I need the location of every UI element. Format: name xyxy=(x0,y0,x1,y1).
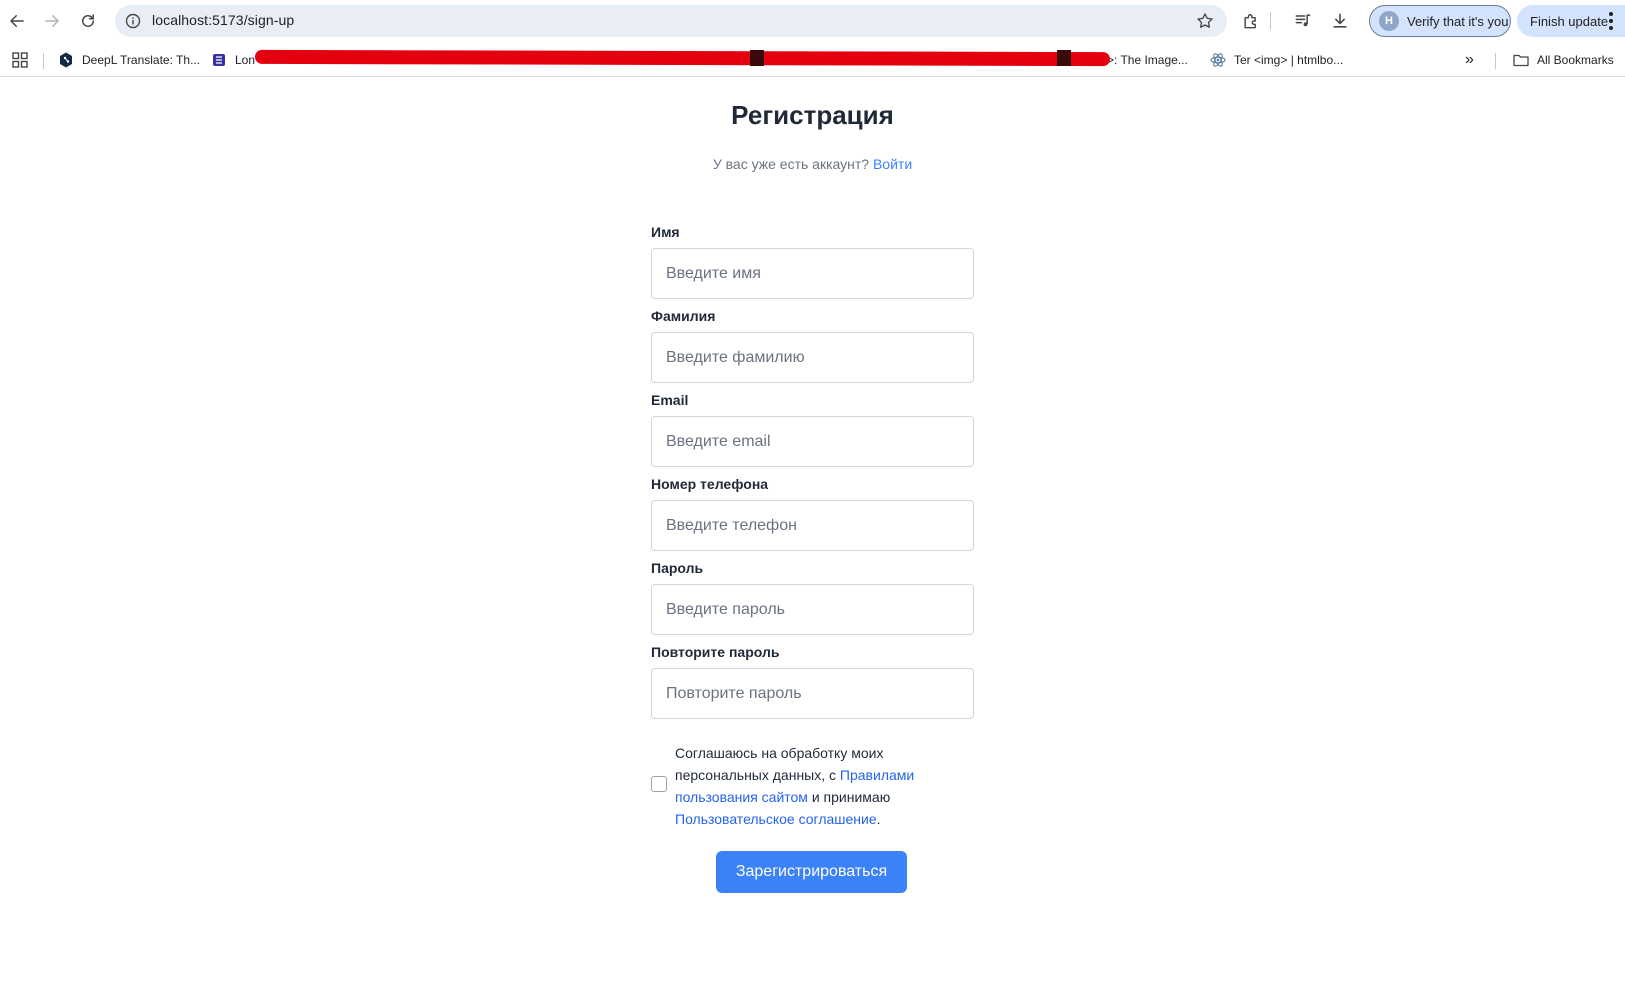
all-bookmarks-label: All Bookmarks xyxy=(1537,53,1614,67)
page-title: Регистрация xyxy=(731,100,894,130)
reload-button[interactable] xyxy=(76,9,100,33)
update-label: Finish update xyxy=(1530,13,1609,29)
apps-button[interactable] xyxy=(12,51,28,69)
register-button[interactable]: Зарегистрироваться xyxy=(716,851,907,893)
phone-input[interactable] xyxy=(651,500,974,551)
browser-toolbar: localhost:5173/sign-up H Verify that it'… xyxy=(0,0,1625,42)
consent-checkbox[interactable] xyxy=(651,776,667,792)
password-label: Пароль xyxy=(651,560,704,576)
phone-label: Номер телефона xyxy=(651,476,769,492)
toolbar-divider xyxy=(1270,12,1271,30)
consent-text-part: . xyxy=(876,811,881,827)
site-info-icon[interactable] xyxy=(125,13,141,29)
bookmark-site[interactable]: Lon xyxy=(211,51,255,69)
login-link[interactable]: Войти xyxy=(873,156,912,172)
repeat-password-label: Повторите пароль xyxy=(651,644,780,660)
login-prompt-text: У вас уже есть аккаунт? xyxy=(712,156,870,172)
first-name-label: Имя xyxy=(651,224,680,240)
repeat-password-input[interactable] xyxy=(651,668,974,719)
download-icon xyxy=(1333,13,1347,28)
redaction-mark xyxy=(1057,50,1071,66)
arrow-right-icon xyxy=(45,15,59,27)
email-input[interactable] xyxy=(651,416,974,467)
forward-button[interactable] xyxy=(40,9,64,33)
redaction-mark xyxy=(254,49,1111,67)
bookmarks-divider xyxy=(1495,53,1496,69)
downloads-button[interactable] xyxy=(1329,10,1351,32)
finish-update-button[interactable]: Finish update xyxy=(1517,5,1625,37)
last-name-label: Фамилия xyxy=(651,308,716,324)
kebab-menu-icon[interactable] xyxy=(1609,12,1613,30)
first-name-input[interactable] xyxy=(651,248,974,299)
bookmarks-divider xyxy=(43,53,44,69)
user-agreement-link[interactable]: Пользовательское соглашение xyxy=(675,811,877,827)
media-controls-button[interactable] xyxy=(1292,10,1314,32)
chevron-double-right-icon: » xyxy=(1465,51,1474,68)
back-button[interactable] xyxy=(5,9,29,33)
consent-text: Соглашаюсь на обработку моих персональны… xyxy=(675,742,925,830)
redaction-mark xyxy=(750,50,764,66)
bookmark-site-icon xyxy=(211,52,227,68)
reload-icon xyxy=(82,14,94,27)
bookmark-label: Ter <img> | htmlbo... xyxy=(1234,53,1344,67)
bookmark-label: Lon xyxy=(235,53,256,67)
login-prompt: У вас уже есть аккаунт? Войти xyxy=(0,156,1625,172)
bookmark-star-icon[interactable] xyxy=(1195,11,1215,31)
profile-avatar: H xyxy=(1379,11,1399,31)
bookmark-label: DeepL Translate: Th... xyxy=(82,53,201,67)
queue-music-icon xyxy=(1295,14,1311,27)
all-bookmarks-button[interactable]: All Bookmarks xyxy=(1513,51,1614,69)
email-label: Email xyxy=(651,392,689,408)
react-icon xyxy=(1210,52,1226,68)
bookmark-deepl[interactable]: DeepL Translate: Th... xyxy=(58,51,200,69)
more-bookmarks-button[interactable]: » xyxy=(1465,51,1474,69)
verify-identity-button[interactable]: H Verify that it's you xyxy=(1369,5,1511,37)
arrow-left-icon xyxy=(10,15,24,27)
bookmark-htmlbook[interactable]: Ter <img> | htmlbo... xyxy=(1210,51,1343,69)
url-text[interactable]: localhost:5173/sign-up xyxy=(152,12,294,28)
address-bar[interactable]: localhost:5173/sign-up xyxy=(115,5,1227,37)
verify-label: Verify that it's you xyxy=(1407,13,1509,29)
bookmark-image[interactable]: >: The Image... xyxy=(1107,51,1188,69)
consent-text-part: и принимаю xyxy=(807,789,891,805)
bookmark-label: >: The Image... xyxy=(1107,53,1188,67)
deepl-icon xyxy=(58,52,74,68)
password-input[interactable] xyxy=(651,584,974,635)
extensions-button[interactable] xyxy=(1240,10,1262,32)
apps-grid-icon xyxy=(12,52,28,68)
last-name-input[interactable] xyxy=(651,332,974,383)
puzzle-icon xyxy=(1244,14,1256,29)
folder-icon xyxy=(1513,52,1529,68)
